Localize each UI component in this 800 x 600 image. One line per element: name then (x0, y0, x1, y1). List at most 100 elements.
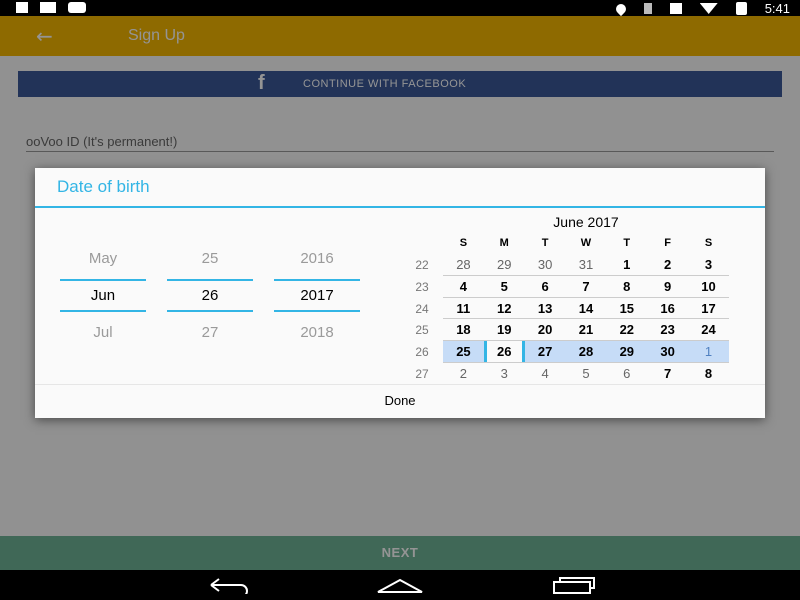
calendar-day[interactable]: 24 (688, 319, 729, 340)
calendar-day[interactable]: 1 (606, 254, 647, 275)
week-number: 22 (415, 258, 429, 272)
calendar-week-days: 11 12 13 14 15 16 17 (443, 298, 729, 320)
picker-divider (60, 279, 146, 281)
calendar-day[interactable]: 31 (566, 254, 607, 275)
calendar-day[interactable]: 28 (566, 341, 607, 362)
navigation-bar (0, 570, 800, 600)
done-button[interactable]: Done (35, 384, 765, 418)
calendar-day[interactable]: 14 (566, 298, 607, 319)
picker-divider (167, 279, 253, 281)
weekday-label: S (459, 237, 468, 249)
nav-back-icon[interactable] (205, 576, 253, 598)
status-bar: 5:41 (0, 0, 800, 16)
week-number: 27 (415, 366, 429, 381)
year-current[interactable]: 2017 (274, 287, 360, 304)
calendar-day[interactable]: 10 (688, 276, 729, 297)
calendar-day[interactable]: 22 (606, 319, 647, 340)
calendar-month-title: June 2017 (553, 214, 619, 230)
weekday-label: W (580, 237, 592, 249)
day-next[interactable]: 27 (167, 324, 253, 341)
month-next[interactable]: Jul (60, 324, 146, 341)
calendar-day[interactable]: 1 (688, 341, 729, 362)
calendar-week-row: 25 18 19 20 21 22 23 24 (403, 319, 729, 342)
day-current[interactable]: 26 (167, 287, 253, 304)
calendar-day[interactable]: 15 (606, 298, 647, 319)
week-number: 23 (415, 279, 429, 294)
weekday-label: T (623, 237, 631, 249)
calendar-day[interactable]: 7 (647, 363, 688, 384)
calendar-week-days: 4 5 6 7 8 9 10 (443, 276, 729, 298)
calendar-day[interactable]: 16 (647, 298, 688, 319)
weekday-label: S (704, 237, 713, 249)
picker-divider (60, 310, 146, 312)
calendar-day[interactable]: 13 (525, 298, 566, 319)
calendar-day[interactable]: 29 (484, 254, 525, 275)
calendar-day[interactable]: 21 (566, 319, 607, 340)
year-prev[interactable]: 2016 (274, 250, 360, 267)
weekday-header: S M T W T F S (443, 237, 729, 249)
calendar-week-days: 18 19 20 21 22 23 24 (443, 319, 729, 342)
weekday-label: F (664, 237, 671, 249)
calendar-view: June 2017 S M T W T F S 22 28 29 30 31 1 2 3 23 4… (403, 212, 729, 388)
calendar-day[interactable]: 30 (647, 341, 688, 362)
day-picker[interactable]: 25 26 27 (167, 244, 253, 344)
calendar-day[interactable]: 7 (566, 276, 607, 297)
calendar-day[interactable]: 26 (483, 341, 525, 362)
month-prev[interactable]: May (60, 250, 146, 267)
nav-home-icon[interactable] (376, 576, 424, 594)
calendar-day[interactable]: 28 (443, 254, 484, 275)
day-prev[interactable]: 25 (167, 250, 253, 267)
calendar-week-row: 27 2 3 4 5 6 7 8 (403, 363, 729, 385)
status-right-icons: 5:41 (613, 1, 790, 16)
calendar-day[interactable]: 19 (484, 319, 525, 340)
picker-divider (274, 279, 360, 281)
signal-bars-icon (40, 2, 56, 13)
status-left-icons (16, 2, 86, 13)
calendar-day[interactable]: 12 (484, 298, 525, 319)
calendar-week-row: 26 25 26 27 28 29 30 1 (403, 341, 729, 363)
calendar-day[interactable]: 18 (443, 319, 484, 340)
calendar-day[interactable]: 5 (484, 276, 525, 297)
calendar-day[interactable]: 2 (443, 363, 484, 384)
calendar-week-days: 2345678 (443, 363, 729, 385)
calendar-day[interactable]: 4 (525, 363, 566, 384)
calendar-day[interactable]: 3 (484, 363, 525, 384)
calendar-day[interactable]: 20 (525, 319, 566, 340)
calendar-day[interactable]: 4 (443, 276, 484, 297)
picker-divider (167, 310, 253, 312)
calendar-day[interactable]: 11 (443, 298, 484, 319)
calendar-day[interactable]: 3 (688, 254, 729, 275)
year-picker[interactable]: 2016 2017 2018 (274, 244, 360, 344)
dialog-title-divider (35, 206, 765, 208)
weekday-label: T (541, 237, 549, 249)
month-current[interactable]: Jun (60, 287, 146, 304)
calendar-day[interactable]: 30 (525, 254, 566, 275)
year-next[interactable]: 2018 (274, 324, 360, 341)
calendar-day[interactable]: 29 (606, 341, 647, 362)
nav-recents-icon[interactable] (550, 576, 598, 594)
calendar-week-days: 25 26 27 28 29 30 1 (443, 341, 729, 363)
calendar-day[interactable]: 2 (647, 254, 688, 275)
dialog-title: Date of birth (57, 177, 150, 196)
airplane-icon (669, 3, 682, 14)
calendar-day[interactable]: 23 (647, 319, 688, 340)
calendar-day[interactable]: 8 (688, 363, 729, 384)
week-number: 26 (415, 345, 429, 360)
calendar-day[interactable]: 9 (647, 276, 688, 297)
month-picker[interactable]: May Jun Jul (60, 244, 146, 344)
date-of-birth-dialog: Date of birth May Jun Jul 25 26 27 2016 … (35, 168, 765, 418)
week-number: 24 (415, 301, 429, 316)
calendar-week-row: 23 4 5 6 7 8 9 10 (403, 276, 729, 298)
calendar-day[interactable]: 8 (606, 276, 647, 297)
calendar-day[interactable]: 6 (525, 276, 566, 297)
location-icon (613, 1, 628, 16)
picker-divider (274, 310, 360, 312)
bluetooth-icon (643, 3, 652, 14)
calendar-day[interactable]: 6 (606, 363, 647, 384)
battery-icon (735, 2, 747, 15)
calendar-day[interactable]: 5 (566, 363, 607, 384)
calendar-day[interactable]: 17 (688, 298, 729, 319)
calendar-day[interactable]: 25 (443, 341, 484, 362)
weekday-label: M (499, 237, 509, 249)
calendar-day[interactable]: 27 (525, 341, 566, 362)
